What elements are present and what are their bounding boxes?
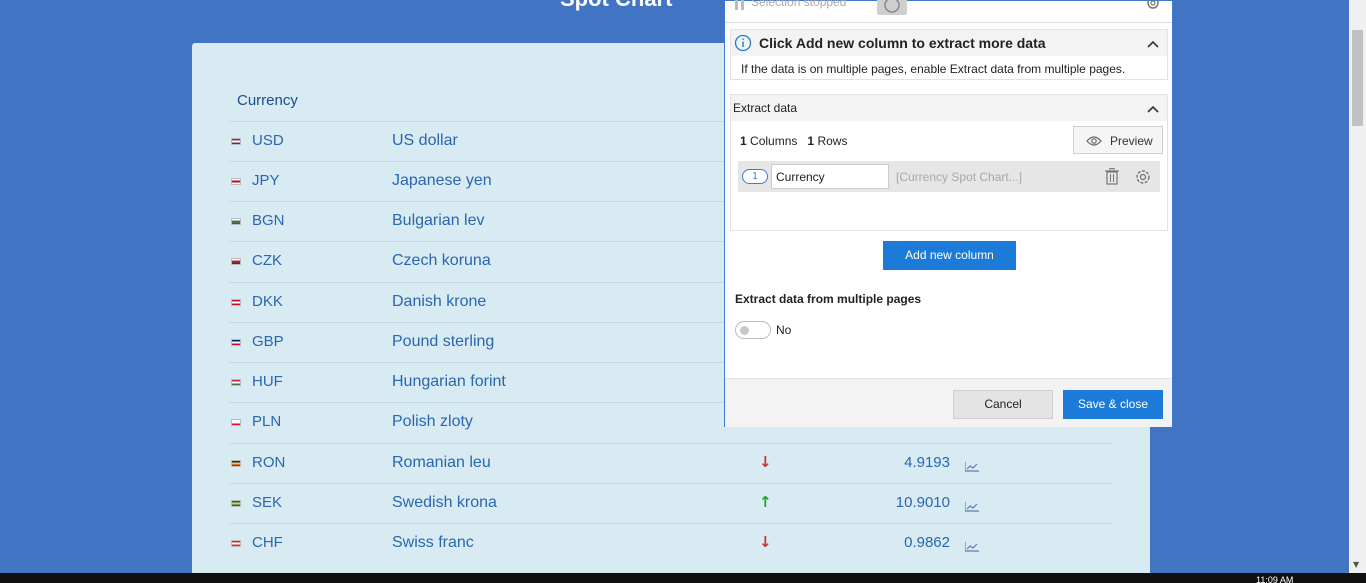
eye-icon [1086, 136, 1102, 146]
flag-icon [231, 258, 241, 265]
currency-code[interactable]: BGN [252, 212, 285, 229]
page-heading: Spot Chart [560, 0, 672, 12]
pause-icon[interactable] [735, 0, 745, 15]
currency-code[interactable]: CHF [252, 534, 283, 551]
chevron-up-icon[interactable] [1147, 101, 1159, 119]
chevron-up-icon[interactable] [1147, 36, 1159, 54]
flag-icon [231, 339, 241, 346]
currency-name[interactable]: Romanian leu [392, 454, 491, 472]
arrow-up-icon: ↑ [759, 493, 772, 511]
flag-icon [231, 218, 241, 225]
extract-data-title: Extract data [733, 101, 798, 115]
gear-icon[interactable] [1145, 0, 1161, 16]
panel-footer: Cancel Save & close [725, 378, 1172, 427]
rows-count: 1 [807, 134, 815, 148]
currency-code[interactable]: CZK [252, 252, 282, 269]
table-row: CHF Swiss franc ↓ 0.9862 [229, 523, 1112, 563]
currency-column-header: Currency [237, 92, 298, 109]
scrollbar-thumb[interactable] [1352, 30, 1363, 126]
line-chart-icon[interactable] [964, 457, 979, 476]
currency-code[interactable]: DKK [252, 293, 283, 310]
currency-code[interactable]: RON [252, 454, 285, 471]
line-chart-icon[interactable] [964, 497, 979, 516]
page-scrollbar[interactable]: ▼ [1349, 0, 1366, 573]
columns-label: Columns [750, 134, 798, 148]
column-source: [Currency Spot Chart...] [896, 170, 1023, 184]
flag-icon [231, 138, 241, 145]
save-close-button[interactable]: Save & close [1063, 390, 1163, 419]
scroll-down-icon[interactable]: ▼ [1353, 560, 1359, 569]
currency-name[interactable]: Pound sterling [392, 333, 494, 351]
currency-code[interactable]: HUF [252, 373, 283, 390]
arrow-down-icon: ↓ [759, 453, 772, 471]
extract-data-header[interactable]: Extract data [731, 95, 1167, 121]
currency-code[interactable]: SEK [252, 494, 282, 511]
gear-icon[interactable] [1134, 168, 1152, 191]
currency-name[interactable]: Japanese yen [392, 172, 492, 190]
panel-toolbar: Selection stopped [725, 0, 1172, 23]
selection-status: Selection stopped [751, 0, 847, 9]
flag-icon [231, 178, 241, 185]
add-new-column-button[interactable]: Add new column [883, 241, 1016, 270]
info-text: If the data is on multiple pages, enable… [741, 62, 1126, 76]
column-index-badge: 1 [742, 169, 768, 184]
highlight-toggle-button[interactable] [877, 0, 907, 15]
multi-pages-state: No [776, 323, 792, 337]
currency-name[interactable]: Swiss franc [392, 534, 474, 552]
toggle-knob [740, 326, 749, 335]
multi-pages-label: Extract data from multiple pages [735, 292, 922, 306]
flag-icon [231, 540, 241, 547]
trash-icon[interactable] [1104, 168, 1120, 190]
taskbar-clock: 11:09 AM [1256, 575, 1294, 583]
currency-name[interactable]: Polish zloty [392, 413, 473, 431]
flag-icon [231, 299, 241, 306]
column-name-input[interactable] [771, 164, 889, 189]
table-row: SEK Swedish krona ↑ 10.9010 [229, 483, 1112, 523]
currency-name[interactable]: Danish krone [392, 293, 486, 311]
flag-icon [231, 419, 241, 426]
currency-name[interactable]: Hungarian forint [392, 373, 506, 391]
currency-rate: 10.9010 [895, 494, 950, 511]
currency-code[interactable]: JPY [252, 172, 280, 189]
currency-name[interactable]: Swedish krona [392, 494, 497, 512]
preview-label: Preview [1110, 134, 1153, 148]
rows-label: Rows [817, 134, 848, 148]
extract-panel: Selection stopped Click Add new column t… [724, 0, 1173, 427]
columns-count: 1 [740, 134, 747, 148]
flag-icon [231, 379, 241, 386]
cancel-button[interactable]: Cancel [953, 390, 1053, 419]
currency-name[interactable]: Czech koruna [392, 252, 491, 270]
line-chart-icon[interactable] [964, 537, 979, 556]
flag-icon [231, 460, 241, 467]
column-row: 1 [Currency Spot Chart...] [738, 161, 1160, 192]
info-title: Click Add new column to extract more dat… [759, 35, 1046, 51]
currency-name[interactable]: US dollar [392, 132, 458, 150]
multi-pages-toggle[interactable] [735, 321, 771, 339]
info-section: Click Add new column to extract more dat… [730, 29, 1168, 80]
taskbar: 11:09 AM [0, 573, 1366, 583]
currency-rate: 0.9862 [904, 534, 950, 551]
flag-icon [231, 500, 241, 507]
currency-code[interactable]: GBP [252, 333, 284, 350]
extract-data-section: Extract data 1 Columns 1 Rows Preview 1 … [730, 94, 1168, 231]
table-row: RON Romanian leu ↓ 4.9193 [229, 443, 1112, 483]
arrow-down-icon: ↓ [759, 533, 772, 551]
info-header[interactable]: Click Add new column to extract more dat… [731, 30, 1167, 56]
currency-code[interactable]: USD [252, 132, 284, 149]
currency-code[interactable]: PLN [252, 413, 281, 430]
preview-button[interactable]: Preview [1073, 126, 1163, 154]
info-icon [734, 34, 752, 57]
currency-rate: 4.9193 [904, 454, 950, 471]
extract-counts: 1 Columns 1 Rows [740, 134, 847, 148]
currency-name[interactable]: Bulgarian lev [392, 212, 485, 230]
